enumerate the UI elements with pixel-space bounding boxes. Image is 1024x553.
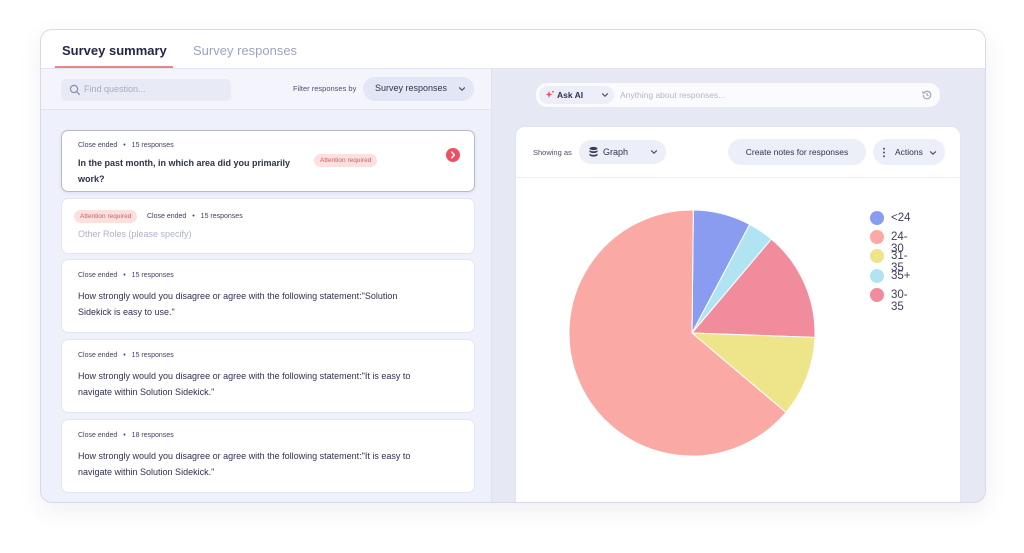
search-placeholder: Find question... bbox=[84, 84, 146, 94]
question-type: Close ended bbox=[78, 432, 118, 439]
legend-swatch bbox=[870, 268, 884, 283]
chevron-down-icon bbox=[458, 87, 466, 92]
search-input[interactable]: Find question... bbox=[61, 79, 231, 101]
view-type-select[interactable]: Graph bbox=[579, 140, 666, 164]
chevron-down-icon bbox=[650, 150, 658, 155]
attention-required-badge: Attention required bbox=[314, 154, 378, 167]
questions-toolbar: Find question... Filter responses by Sur… bbox=[41, 69, 491, 110]
question-meta: Close ended • 15 responses bbox=[78, 352, 174, 359]
actions-label: Actions bbox=[895, 147, 923, 157]
legend-label: 30-35 bbox=[891, 288, 908, 313]
question-text: Other Roles (please specify) bbox=[78, 229, 192, 239]
meta-separator: • bbox=[192, 213, 195, 220]
database-icon bbox=[589, 146, 598, 157]
pie-chart-area: <24 24-30 31-35 35+ 30-35 bbox=[516, 177, 960, 502]
question-text: In the past month, in which area did you… bbox=[78, 158, 291, 184]
ask-ai-select[interactable]: Ask AI bbox=[539, 86, 614, 104]
question-card-area-of-work[interactable]: Close ended • 15 responses In the past m… bbox=[61, 130, 475, 192]
tab-survey-responses[interactable]: Survey responses bbox=[193, 43, 297, 58]
search-icon bbox=[69, 84, 80, 95]
question-type: Close ended bbox=[147, 213, 187, 220]
sparkle-icon bbox=[545, 90, 554, 98]
meta-separator: • bbox=[123, 352, 126, 359]
question-card-easy-to-navigate[interactable]: Close ended • 15 responses How strongly … bbox=[61, 339, 475, 413]
question-type: Close ended bbox=[78, 142, 118, 149]
view-type-value: Graph bbox=[603, 147, 629, 157]
pie-chart bbox=[568, 209, 816, 457]
chart-panel-header: Showing as Graph Create notes for respon… bbox=[516, 127, 960, 178]
chevron-right-icon bbox=[451, 151, 456, 159]
tab-survey-summary[interactable]: Survey summary bbox=[62, 43, 167, 58]
ask-ai-input[interactable]: Anything about responses... bbox=[620, 90, 725, 100]
filter-label: Filter responses by bbox=[293, 84, 357, 93]
filter-value: Survey responses bbox=[375, 83, 448, 93]
question-text-line-2: Sidekick is easy to use." bbox=[78, 307, 175, 317]
create-notes-button[interactable]: Create notes for responses bbox=[728, 139, 866, 165]
question-text-line-2: navigate within Solution Sidekick." bbox=[78, 387, 215, 397]
question-meta: Close ended • 15 responses bbox=[78, 142, 174, 149]
legend-swatch bbox=[870, 287, 884, 302]
questions-pane: Find question... Filter responses by Sur… bbox=[41, 69, 491, 502]
legend-label: <24 bbox=[891, 212, 911, 224]
response-count: 15 responses bbox=[131, 142, 174, 149]
question-meta: Close ended • 15 responses bbox=[147, 213, 243, 220]
question-meta: Close ended • 18 responses bbox=[78, 432, 174, 439]
app-window: Survey summary Survey responses Find que… bbox=[40, 29, 986, 503]
response-count: 15 responses bbox=[131, 272, 174, 279]
tab-bar: Survey summary Survey responses bbox=[41, 30, 985, 69]
chart-panel: Showing as Graph Create notes for respon… bbox=[515, 126, 961, 502]
meta-separator: • bbox=[123, 142, 126, 149]
response-count: 15 responses bbox=[200, 213, 243, 220]
response-count: 18 responses bbox=[131, 432, 174, 439]
open-question-button[interactable] bbox=[446, 148, 460, 162]
chevron-down-icon bbox=[601, 93, 609, 98]
legend-swatch bbox=[870, 211, 884, 225]
active-tab-indicator bbox=[55, 66, 173, 68]
filter-responses-select[interactable]: Survey responses bbox=[363, 77, 474, 101]
question-meta: Close ended • 15 responses bbox=[78, 272, 174, 279]
ask-ai-bar[interactable]: Ask AI Anything about responses... bbox=[535, 82, 941, 108]
response-count: 15 responses bbox=[131, 352, 174, 359]
legend-label: 35+ bbox=[891, 269, 911, 282]
showing-as-label: Showing as bbox=[533, 148, 572, 157]
question-card-easy-to-navigate-2[interactable]: Close ended • 18 responses How strongly … bbox=[61, 419, 475, 493]
meta-separator: • bbox=[123, 432, 126, 439]
ask-ai-label: Ask AI bbox=[557, 90, 584, 100]
question-text-line-1: How strongly would you disagree or agree… bbox=[78, 291, 398, 301]
chevron-down-icon bbox=[929, 151, 937, 156]
response-details-pane: Ask AI Anything about responses... Showi… bbox=[492, 69, 985, 502]
question-card-easy-to-use[interactable]: Close ended • 15 responses How strongly … bbox=[61, 259, 475, 333]
question-card-other-roles[interactable]: Attention required Close ended • 15 resp… bbox=[61, 198, 475, 254]
history-icon[interactable] bbox=[921, 89, 933, 101]
question-text-line-1: How strongly would you disagree or agree… bbox=[78, 371, 411, 381]
question-type: Close ended bbox=[78, 272, 118, 279]
actions-button[interactable]: Actions bbox=[873, 139, 945, 165]
question-type: Close ended bbox=[78, 352, 118, 359]
more-vertical-icon bbox=[883, 147, 885, 158]
attention-required-badge: Attention required bbox=[74, 210, 138, 223]
question-text-line-2: navigate within Solution Sidekick." bbox=[78, 467, 215, 477]
meta-separator: • bbox=[123, 272, 126, 279]
question-text-line-1: How strongly would you disagree or agree… bbox=[78, 451, 411, 461]
